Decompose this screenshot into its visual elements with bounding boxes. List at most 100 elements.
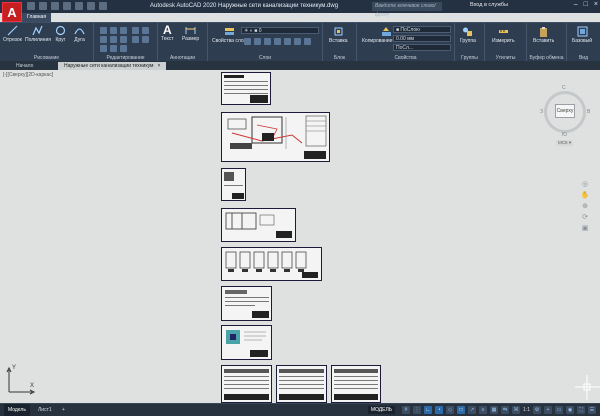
copy-icon[interactable] <box>100 36 107 43</box>
tab-raster-tools[interactable]: Raster Tools <box>554 13 592 22</box>
model-space-toggle[interactable]: МОДЕЛЬ <box>367 406 396 414</box>
layer-off-icon[interactable] <box>244 38 251 45</box>
viewport-controls[interactable]: [-][Сверху][2D-каркас] <box>3 72 53 78</box>
open-file-icon[interactable] <box>39 2 47 10</box>
isolate-objects-icon[interactable]: ◉ <box>566 406 574 414</box>
showmotion-icon[interactable]: ▣ <box>582 224 589 232</box>
undo-icon[interactable] <box>87 2 95 10</box>
drawing-sheet <box>221 365 272 403</box>
array-icon[interactable] <box>120 45 127 52</box>
annotation-scale-icon[interactable]: Ж <box>512 406 521 414</box>
layer-freeze-icon[interactable] <box>264 38 271 45</box>
ortho-icon[interactable]: ∟ <box>424 406 433 414</box>
circle-tool[interactable]: Круг <box>55 25 66 43</box>
annotation-monitor-icon[interactable]: + <box>544 406 552 414</box>
close-button[interactable]: × <box>594 1 598 8</box>
sign-in-link[interactable]: Вход в службы <box>470 2 508 8</box>
tab-start[interactable]: Начало <box>10 62 39 70</box>
measure-tool[interactable]: Измерить <box>492 26 515 44</box>
save-icon[interactable] <box>51 2 59 10</box>
paste-tool[interactable]: Вставить <box>533 26 554 44</box>
group-tool[interactable]: Группа <box>460 26 476 44</box>
tab-annotate[interactable]: Аннотации <box>80 13 115 22</box>
erase-icon[interactable] <box>132 27 139 34</box>
polar-icon[interactable]: ◔ <box>435 406 444 414</box>
layer-match-icon[interactable] <box>284 38 291 45</box>
linetype-dropdown[interactable]: ПоСл... <box>393 44 451 51</box>
tab-insert[interactable]: Вставка <box>51 13 80 22</box>
tab-collaborate[interactable]: Совместная работа <box>375 13 431 22</box>
plot-icon[interactable] <box>75 2 83 10</box>
base-view-tool[interactable]: Базовый <box>572 26 592 44</box>
steering-wheel-icon[interactable]: ◎ <box>582 180 588 188</box>
tab-view[interactable]: Вид <box>255 13 274 22</box>
customization-icon[interactable]: ☰ <box>588 406 596 414</box>
tab-visualize[interactable]: Визуализация <box>212 13 255 22</box>
join-icon[interactable] <box>142 36 149 43</box>
scale-icon[interactable] <box>110 45 117 52</box>
workspace-gear-icon[interactable]: ⚙ <box>533 406 541 414</box>
mirror-icon[interactable] <box>110 36 117 43</box>
tab-layout1[interactable]: Лист1 <box>34 404 56 416</box>
dimension-tool[interactable]: Размер <box>182 24 199 42</box>
layer-previous-icon[interactable] <box>294 38 301 45</box>
tab-3d-tools[interactable]: 3D-инструменты <box>164 13 212 22</box>
grid-icon[interactable]: # <box>402 406 411 414</box>
tab-featured-apps[interactable]: Рекомендованные приложения <box>430 13 513 22</box>
explode-icon[interactable] <box>142 27 149 34</box>
tab-drawing[interactable]: Наружные сети канализации техникум × <box>58 62 167 70</box>
layer-unisolate-icon[interactable] <box>304 38 311 45</box>
minimize-button[interactable]: – <box>574 1 578 8</box>
offset-icon[interactable] <box>132 36 139 43</box>
text-tool[interactable]: A Текст <box>161 23 174 43</box>
rotate-icon[interactable] <box>110 27 117 34</box>
new-tab-button[interactable]: + <box>160 62 164 70</box>
clean-screen-icon[interactable]: ⛶ <box>577 406 585 414</box>
tab-model[interactable]: Модель <box>4 404 30 416</box>
object-snap-icon[interactable]: □ <box>457 406 466 414</box>
units-icon[interactable]: ▭ <box>555 406 563 414</box>
tab-output[interactable]: Вывод <box>312 13 337 22</box>
pan-icon[interactable]: ✋ <box>581 191 590 199</box>
search-input[interactable]: Введите ключевое слово/фразу <box>372 2 442 18</box>
lineweight-icon[interactable]: ≡ <box>479 406 488 414</box>
tab-parametric[interactable]: Параметризация <box>115 13 164 22</box>
viewcube[interactable]: С Ю З В Сверху МСК ▾ <box>540 85 592 155</box>
insert-block-tool[interactable]: Вставка <box>329 26 348 44</box>
application-menu-button[interactable]: A <box>2 2 22 22</box>
polyline-tool[interactable]: Полилиния <box>25 25 51 43</box>
arc-tool[interactable]: Дуга <box>74 25 85 43</box>
redo-icon[interactable] <box>99 2 107 10</box>
layer-isolate-icon[interactable] <box>254 38 261 45</box>
orbit-icon[interactable]: ⟳ <box>582 213 588 221</box>
line-tool[interactable]: Отрезок <box>3 25 22 43</box>
layer-dropdown[interactable]: ☀ ◐ ■ 0 <box>241 27 319 34</box>
wcs-menu[interactable]: МСК ▾ <box>556 140 574 146</box>
add-layout-button[interactable]: + <box>58 404 69 416</box>
color-dropdown[interactable]: ■ ПоСлою <box>393 26 451 33</box>
save-as-icon[interactable] <box>63 2 71 10</box>
fillet-icon[interactable] <box>120 36 127 43</box>
tab-addins[interactable]: Надстройки <box>337 13 374 22</box>
snap-icon[interactable]: ⋮ <box>413 406 422 414</box>
stretch-icon[interactable] <box>100 45 107 52</box>
drawing-canvas[interactable]: [-][Сверху][2D-каркас] С Ю З В Сверху МС… <box>0 70 600 403</box>
viewcube-top-face[interactable]: Сверху <box>555 104 575 118</box>
transparency-icon[interactable]: ▦ <box>490 406 499 414</box>
annotation-scale[interactable]: 1:1 <box>523 407 530 413</box>
tab-manage[interactable]: Управление <box>274 13 312 22</box>
layer-lock-icon[interactable] <box>274 38 281 45</box>
tab-home[interactable]: Главная <box>22 13 52 22</box>
isodraft-icon[interactable]: ◇ <box>446 406 455 414</box>
otrack-icon[interactable]: ↗ <box>468 406 477 414</box>
move-icon[interactable] <box>100 27 107 34</box>
selection-cycling-icon[interactable]: ⇆ <box>501 406 510 414</box>
zoom-icon[interactable]: ⊕ <box>582 202 588 210</box>
maximize-button[interactable]: □ <box>584 1 588 8</box>
cursor-crosshair <box>575 375 600 400</box>
trim-icon[interactable] <box>120 27 127 34</box>
tab-express-tools[interactable]: Express Tools <box>513 13 554 22</box>
new-file-icon[interactable] <box>27 2 35 10</box>
view-group: Базовый Вид <box>567 23 600 62</box>
lineweight-dropdown[interactable]: 0.00 мм <box>393 35 451 42</box>
